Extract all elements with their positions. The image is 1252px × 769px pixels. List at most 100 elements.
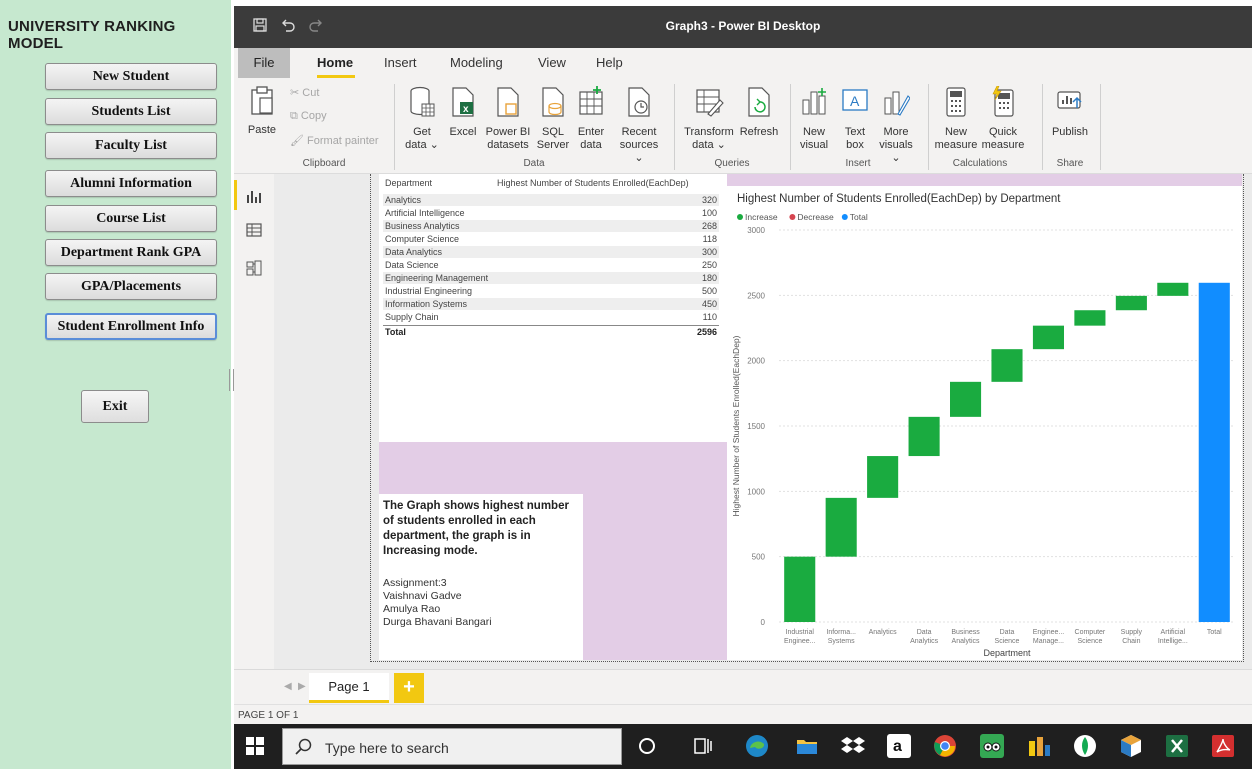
publish-icon [1048, 86, 1092, 122]
quick-measure-button[interactable]: Quick measure [980, 85, 1026, 152]
new-visual-label: New [802, 126, 825, 138]
sql-server-icon [536, 86, 570, 122]
taskbar: Type here to search a [234, 724, 1252, 769]
text-box-button[interactable]: A Text box [838, 86, 872, 152]
excel-button[interactable]: x Excel [446, 86, 480, 139]
publish-button[interactable]: Publish [1048, 86, 1092, 139]
report-view-icon[interactable] [246, 188, 262, 204]
get-data-button[interactable]: Get data ⌄ [404, 86, 440, 152]
active-view-indicator [234, 180, 237, 210]
enter-data-label: Enter [577, 126, 605, 138]
search-icon [295, 738, 313, 761]
faculty-list-button[interactable]: Faculty List [45, 132, 217, 159]
canvas-boundary [370, 174, 1244, 662]
copy-icon: ⧉ [290, 110, 298, 122]
paste-label: Paste [247, 124, 277, 136]
tab-view[interactable]: View [538, 55, 566, 70]
copy-label: Copy [300, 110, 327, 122]
ribbon-separator [1100, 84, 1101, 170]
status-bar: PAGE 1 OF 1 [234, 704, 1252, 724]
students-list-button[interactable]: Students List [45, 98, 217, 125]
page-tab[interactable]: Page 1 [309, 673, 389, 703]
edge-icon[interactable] [744, 733, 770, 759]
new-visual-button[interactable]: New visual [796, 86, 832, 152]
text-box-label-2: box [846, 139, 864, 151]
quick-measure-label-2: measure [981, 139, 1025, 151]
exit-button[interactable]: Exit [81, 390, 149, 423]
data-view-icon[interactable] [246, 222, 262, 238]
sql-server-label: SQL [541, 126, 564, 138]
student-enrollment-info-button[interactable]: Student Enrollment Info [45, 313, 217, 340]
new-measure-label-2: measure [934, 139, 978, 151]
tab-modeling[interactable]: Modeling [450, 55, 503, 70]
alumni-information-button[interactable]: Alumni Information [45, 170, 217, 197]
taskbar-search-box[interactable]: Type here to search [282, 728, 622, 765]
svg-text:a: a [893, 738, 902, 755]
gpa-placements-button[interactable]: GPA/Placements [45, 273, 217, 300]
dataset-icon [484, 86, 532, 122]
recent-sources-label: Recent [621, 126, 657, 138]
file-explorer-icon[interactable] [794, 733, 820, 759]
database-icon [404, 86, 440, 122]
calculations-group-label: Calculations [952, 158, 1008, 169]
ribbon-separator [790, 84, 791, 170]
model-view-icon[interactable] [246, 260, 262, 276]
queries-group-label: Queries [714, 158, 750, 169]
amazon-icon[interactable]: a [886, 733, 912, 759]
format-painter-button[interactable]: 🖌 Format painter [290, 134, 379, 147]
text-box-icon: A [838, 86, 872, 122]
app-icon[interactable] [1118, 733, 1144, 759]
tab-file[interactable]: File [238, 48, 290, 78]
course-list-button[interactable]: Course List [45, 205, 217, 232]
department-rank-gpa-button[interactable]: Department Rank GPA [45, 239, 217, 266]
prev-page-arrow-icon[interactable]: ◀ [284, 681, 292, 692]
ribbon-separator [928, 84, 929, 170]
windows-start-icon[interactable] [246, 737, 264, 755]
mongodb-icon[interactable] [1072, 733, 1098, 759]
new-student-button[interactable]: New Student [45, 63, 217, 90]
tab-home[interactable]: Home [317, 55, 353, 70]
power-bi-window: Graph3 - Power BI Desktop Home Insert Mo… [234, 6, 1252, 769]
copy-button[interactable]: ⧉ Copy [290, 110, 327, 123]
chrome-icon[interactable] [932, 733, 958, 759]
cut-button[interactable]: ✂ Cut [290, 86, 319, 99]
menu-tabs: Home Insert Modeling View Help [234, 48, 1252, 78]
acrobat-icon[interactable] [1210, 733, 1236, 759]
paste-icon [242, 86, 282, 120]
cortana-icon[interactable] [634, 733, 660, 759]
power-bi-icon[interactable] [1026, 733, 1052, 759]
paste-button[interactable]: Paste [242, 86, 282, 137]
tab-help[interactable]: Help [596, 55, 623, 70]
share-group-label: Share [1056, 158, 1084, 169]
add-page-button[interactable]: + [394, 673, 424, 703]
excel-file-icon: x [446, 86, 480, 122]
transform-data-icon [682, 86, 736, 122]
enter-data-label-2: data [580, 139, 602, 151]
transform-data-button[interactable]: Transform data ⌄ [682, 86, 736, 152]
sql-server-label-2: Server [536, 139, 570, 151]
ribbon-separator [674, 84, 675, 170]
task-view-icon[interactable] [690, 733, 716, 759]
tab-insert[interactable]: Insert [384, 55, 417, 70]
recent-sources-button[interactable]: Recent sources ⌄ [614, 86, 664, 165]
ribbon: Paste ✂ Cut ⧉ Copy 🖌 Format painter Clip… [234, 78, 1252, 174]
next-page-arrow-icon[interactable]: ▶ [298, 681, 306, 692]
excel-icon[interactable] [1164, 733, 1190, 759]
enter-data-button[interactable]: Enter data [574, 86, 608, 152]
new-measure-button[interactable]: New measure [934, 86, 978, 152]
transform-data-label: Transform [684, 126, 734, 138]
power-bi-datasets-button[interactable]: Power BI datasets [484, 86, 532, 152]
new-visual-label-2: visual [799, 139, 829, 151]
refresh-button[interactable]: Refresh [738, 86, 780, 139]
dropbox-icon[interactable] [840, 733, 866, 759]
svg-text:A: A [850, 93, 860, 109]
more-visuals-button[interactable]: More visuals ⌄ [874, 86, 918, 165]
new-measure-label: New [944, 126, 967, 138]
sql-server-button[interactable]: SQL Server [536, 86, 570, 152]
clipboard-group-label: Clipboard [302, 158, 346, 169]
refresh-label: Refresh [739, 126, 779, 138]
recent-sources-icon [614, 86, 664, 122]
more-visuals-icon [874, 86, 918, 122]
tripadvisor-icon[interactable] [979, 733, 1005, 759]
data-group-label: Data [523, 158, 545, 169]
